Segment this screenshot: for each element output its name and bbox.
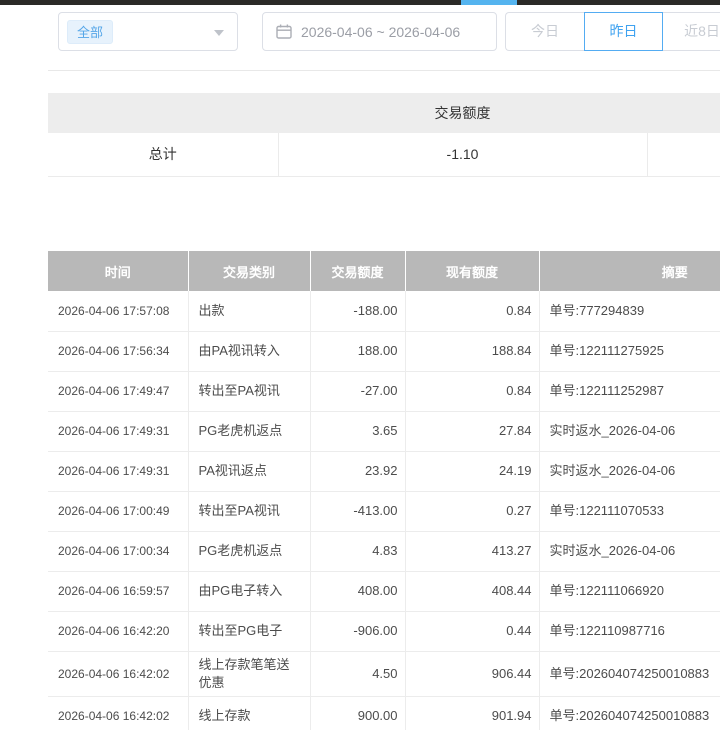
table-row: 2026-04-06 17:00:34PG老虎机返点4.83413.27实时返水… <box>48 531 720 571</box>
cell-type: 线上存款笔笔送优惠 <box>188 651 310 696</box>
transactions-header-row: 时间 交易类别 交易额度 现有额度 摘要 <box>48 251 720 291</box>
chevron-down-icon <box>214 30 224 36</box>
cell-memo: 实时返水_2026-04-06 <box>539 451 720 491</box>
cell-amount: -413.00 <box>310 491 405 531</box>
summary-header-empty <box>48 93 278 133</box>
cell-memo: 实时返水_2026-04-06 <box>539 411 720 451</box>
cell-time: 2026-04-06 17:49:31 <box>48 411 188 451</box>
cell-amount: 900.00 <box>310 696 405 730</box>
table-row: 2026-04-06 17:49:31PG老虎机返点3.6527.84实时返水_… <box>48 411 720 451</box>
cell-type: 由PG电子转入 <box>188 571 310 611</box>
cell-time: 2026-04-06 17:57:08 <box>48 291 188 331</box>
cell-time: 2026-04-06 17:00:49 <box>48 491 188 531</box>
summary-table: 交易额度 总计 -1.10 <box>48 93 720 177</box>
cell-time: 2026-04-06 17:49:31 <box>48 451 188 491</box>
table-row: 2026-04-06 17:00:49转出至PA视讯-413.000.27单号:… <box>48 491 720 531</box>
cell-time: 2026-04-06 16:42:20 <box>48 611 188 651</box>
section-divider <box>48 70 720 71</box>
quick-range-yesterday-button[interactable]: 昨日 <box>584 12 663 51</box>
table-row: 2026-04-06 16:59:57由PG电子转入408.00408.44单号… <box>48 571 720 611</box>
cell-memo: 单号:202604074250010883 <box>539 696 720 730</box>
cell-balance: 901.94 <box>405 696 539 730</box>
cell-balance: 0.27 <box>405 491 539 531</box>
cell-type: 转出至PA视讯 <box>188 491 310 531</box>
cell-amount: 4.50 <box>310 651 405 696</box>
cell-balance: 24.19 <box>405 451 539 491</box>
cell-time: 2026-04-06 16:42:02 <box>48 651 188 696</box>
cell-amount: 408.00 <box>310 571 405 611</box>
cell-amount: -188.00 <box>310 291 405 331</box>
cell-memo: 单号:777294839 <box>539 291 720 331</box>
cell-memo: 单号:202604074250010883 <box>539 651 720 696</box>
total-value-cell: -1.10 <box>278 133 647 176</box>
column-header-balance: 现有额度 <box>405 251 539 291</box>
cell-time: 2026-04-06 16:59:57 <box>48 571 188 611</box>
summary-total-row: 总计 -1.10 <box>48 133 720 176</box>
cell-amount: 23.92 <box>310 451 405 491</box>
cell-balance: 408.44 <box>405 571 539 611</box>
table-row: 2026-04-06 16:42:02线上存款笔笔送优惠4.50906.44单号… <box>48 651 720 696</box>
transactions-table: 时间 交易类别 交易额度 现有额度 摘要 2026-04-06 17:57:08… <box>48 251 720 730</box>
cell-balance: 0.84 <box>405 291 539 331</box>
browser-top-strip <box>0 0 720 5</box>
table-row: 2026-04-06 16:42:20转出至PG电子-906.000.44单号:… <box>48 611 720 651</box>
date-range-picker[interactable]: 2026-04-06 ~ 2026-04-06 <box>262 12 497 51</box>
cell-balance: 906.44 <box>405 651 539 696</box>
cell-memo: 实时返水_2026-04-06 <box>539 531 720 571</box>
cell-type: 线上存款 <box>188 696 310 730</box>
cell-balance: 27.84 <box>405 411 539 451</box>
cell-time: 2026-04-06 17:49:47 <box>48 371 188 411</box>
cell-memo: 单号:122110987716 <box>539 611 720 651</box>
cell-balance: 188.84 <box>405 331 539 371</box>
cell-time: 2026-04-06 17:00:34 <box>48 531 188 571</box>
cell-type: PA视讯返点 <box>188 451 310 491</box>
summary-header-cutoff <box>647 93 720 133</box>
date-range-text: 2026-04-06 ~ 2026-04-06 <box>301 24 460 40</box>
quick-range-last8days-button[interactable]: 近8日 <box>663 12 720 51</box>
cell-balance: 413.27 <box>405 531 539 571</box>
category-select[interactable]: 全部 <box>58 12 238 51</box>
cell-type: 转出至PA视讯 <box>188 371 310 411</box>
cell-amount: -906.00 <box>310 611 405 651</box>
column-header-amount: 交易额度 <box>310 251 405 291</box>
cell-memo: 单号:122111070533 <box>539 491 720 531</box>
column-header-type: 交易类别 <box>188 251 310 291</box>
cell-type: 出款 <box>188 291 310 331</box>
cell-amount: 188.00 <box>310 331 405 371</box>
cell-type: PG老虎机返点 <box>188 411 310 451</box>
cell-memo: 单号:122111252987 <box>539 371 720 411</box>
table-row: 2026-04-06 17:49:47转出至PA视讯-27.000.84单号:1… <box>48 371 720 411</box>
calendar-icon <box>276 24 292 39</box>
cell-balance: 0.84 <box>405 371 539 411</box>
selected-category-tag: 全部 <box>67 20 113 44</box>
cell-amount: 4.83 <box>310 531 405 571</box>
summary-header-amount: 交易额度 <box>278 93 647 133</box>
cell-type: 由PA视讯转入 <box>188 331 310 371</box>
column-header-memo: 摘要 <box>539 251 720 291</box>
column-header-time: 时间 <box>48 251 188 291</box>
table-row: 2026-04-06 17:57:08出款-188.000.84单号:77729… <box>48 291 720 331</box>
cell-amount: -27.00 <box>310 371 405 411</box>
cell-type: 转出至PG电子 <box>188 611 310 651</box>
table-row: 2026-04-06 17:49:31PA视讯返点23.9224.19实时返水_… <box>48 451 720 491</box>
summary-header-row: 交易额度 <box>48 93 720 133</box>
total-empty-cell <box>647 133 720 176</box>
cell-time: 2026-04-06 16:42:02 <box>48 696 188 730</box>
cell-type: PG老虎机返点 <box>188 531 310 571</box>
cell-memo: 单号:122111066920 <box>539 571 720 611</box>
table-row: 2026-04-06 17:56:34由PA视讯转入188.00188.84单号… <box>48 331 720 371</box>
quick-range-group: 今日 昨日 近8日 <box>505 12 720 51</box>
quick-range-today-button[interactable]: 今日 <box>505 12 584 51</box>
table-row: 2026-04-06 16:42:02线上存款900.00901.94单号:20… <box>48 696 720 730</box>
cell-amount: 3.65 <box>310 411 405 451</box>
cell-time: 2026-04-06 17:56:34 <box>48 331 188 371</box>
cell-memo: 单号:122111275925 <box>539 331 720 371</box>
transactions-body: 2026-04-06 17:57:08出款-188.000.84单号:77729… <box>48 291 720 730</box>
active-tab-indicator <box>461 0 517 5</box>
total-label-cell: 总计 <box>48 133 278 176</box>
cell-balance: 0.44 <box>405 611 539 651</box>
